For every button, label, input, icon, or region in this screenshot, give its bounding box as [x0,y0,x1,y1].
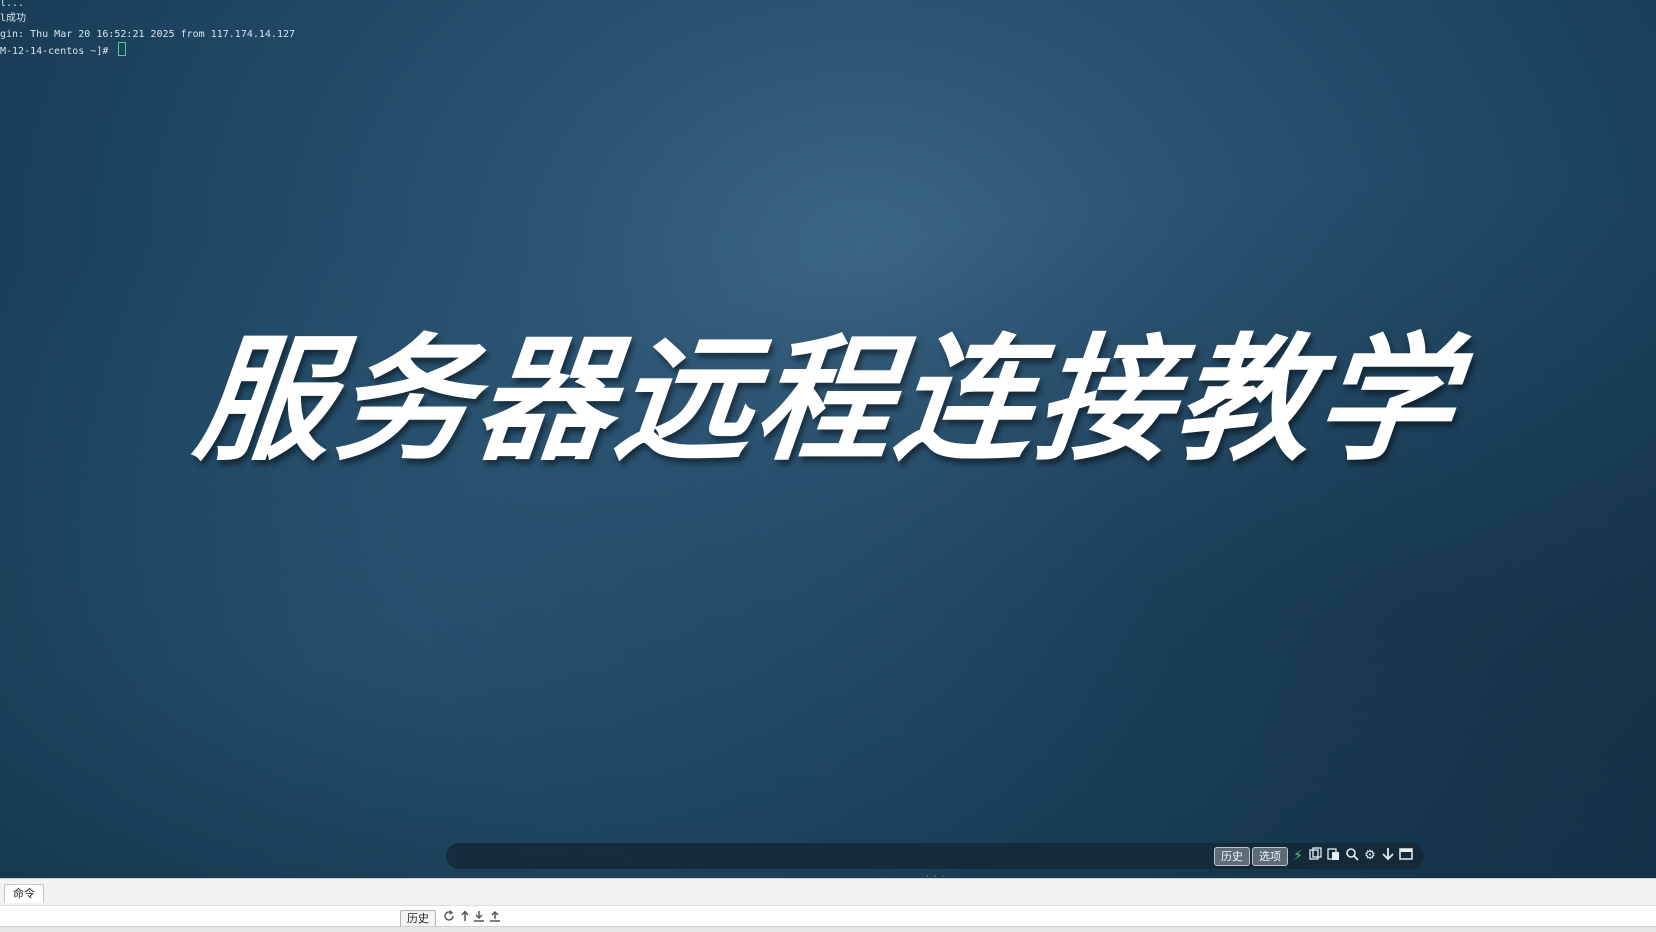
overlay-title: 服务器远程连接教学 [188,322,1465,480]
window-icon[interactable] [1398,847,1414,865]
app-window: l... l成功 gin: Thu Mar 20 16:52:21 2025 f… [0,0,1656,932]
terminal-line: gin: Thu Mar 20 16:52:21 2025 from 117.1… [0,29,296,40]
upload-icon[interactable] [488,909,502,927]
command-panel: 命令 历史 [0,878,1656,932]
terminal-line: l... [0,0,25,9]
arrow-down-icon[interactable] [1380,847,1396,865]
floating-toolbar: 历史 选项 ⚡ ⚙ [446,843,1424,869]
download-icon[interactable] [472,909,486,927]
terminal-line: l成功 [0,13,27,24]
paste-icon[interactable] [1326,847,1342,865]
arrow-up-icon[interactable] [458,909,472,927]
bolt-icon[interactable]: ⚡ [1290,847,1306,865]
terminal-prompt-line: M-12-14-centos ~]# [0,42,127,59]
terminal-prompt: M-12-14-centos ~]# [0,46,115,57]
gear-icon[interactable]: ⚙ [1362,847,1378,865]
options-button[interactable]: 选项 [1252,847,1288,866]
tab-command[interactable]: 命令 [4,884,44,903]
search-icon[interactable] [1344,847,1360,865]
copy-icon[interactable] [1308,847,1324,865]
status-strip [0,926,1656,932]
splitter-handle[interactable]: · · · [926,872,945,878]
terminal-area[interactable]: l... l成功 gin: Thu Mar 20 16:52:21 2025 f… [0,0,1656,878]
terminal-cursor [118,42,127,56]
history-button[interactable]: 历史 [1214,847,1250,866]
refresh-icon[interactable] [442,909,456,927]
